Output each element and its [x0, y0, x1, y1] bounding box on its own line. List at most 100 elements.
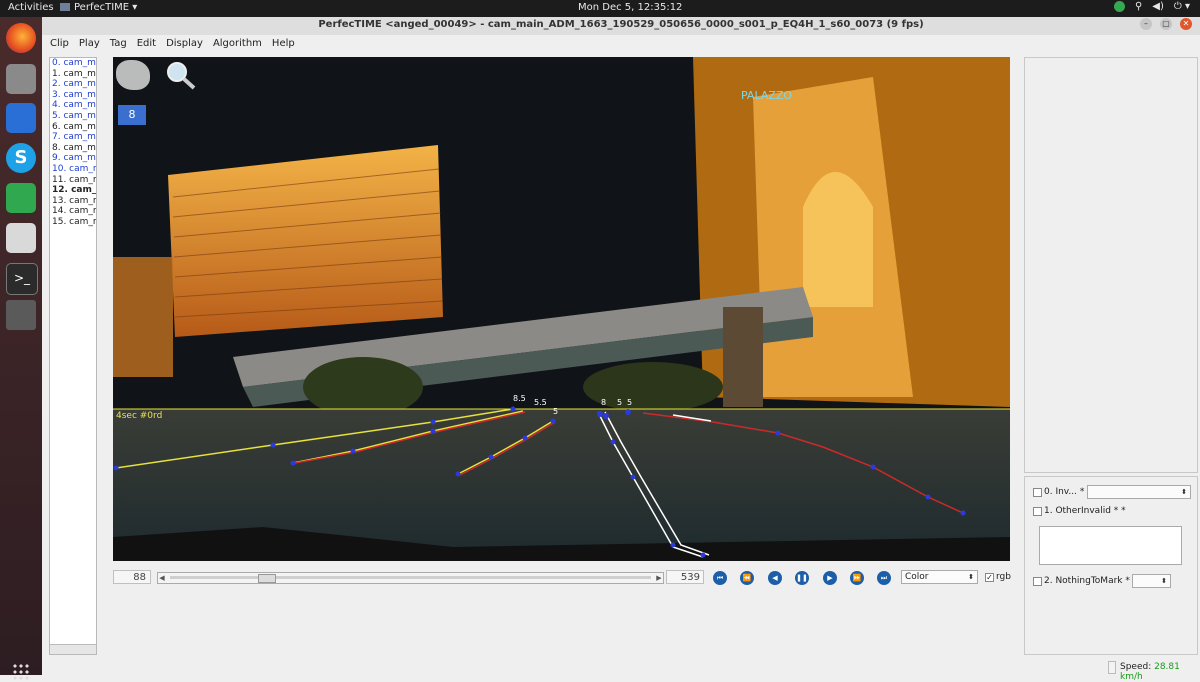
menu-bar: Clip Play Tag Edit Display Algorithm Hel…: [42, 35, 1200, 51]
maximize-button[interactable]: ▢: [1160, 18, 1172, 30]
clip-list-item[interactable]: 6. cam_ma: [50, 122, 96, 133]
clip-list-item[interactable]: 5. cam_ma: [50, 111, 96, 122]
rgb-label: rgb: [996, 572, 1011, 582]
volume-icon[interactable]: ◀): [1152, 1, 1164, 12]
select-caret-icon: ⬍: [1161, 577, 1167, 585]
frame-step-field[interactable]: 88: [113, 570, 151, 584]
tag2-checkbox[interactable]: [1033, 577, 1042, 586]
display-mode-select[interactable]: Color ⬍: [901, 570, 978, 584]
video-scene: PALAZZO: [113, 57, 1010, 561]
lane-label: 5: [627, 398, 633, 407]
window-titlebar[interactable]: PerfecTIME <anged_00049> - cam_main_ADM_…: [42, 17, 1200, 36]
clip-list-item[interactable]: 9. cam_ma: [50, 153, 96, 164]
tag1-checkbox[interactable]: [1033, 507, 1042, 516]
slider-thumb[interactable]: [258, 574, 277, 583]
step-back-button[interactable]: ◀: [768, 571, 782, 585]
select-caret-icon: ⬍: [968, 573, 974, 581]
menu-play[interactable]: Play: [79, 38, 100, 49]
pause-button[interactable]: ❚❚: [795, 571, 809, 585]
files-icon[interactable]: [6, 64, 36, 94]
clip-list-scrollbar[interactable]: [50, 644, 96, 654]
fast-forward-button[interactable]: ⏩: [850, 571, 864, 585]
clip-list-item[interactable]: 15. cam_m: [50, 217, 96, 228]
activities-button[interactable]: Activities: [8, 2, 54, 13]
writer-icon[interactable]: [6, 103, 36, 133]
grid-tool-icon[interactable]: 8: [118, 105, 146, 125]
frame-count-field[interactable]: 539: [666, 570, 704, 584]
menu-clip[interactable]: Clip: [50, 38, 69, 49]
clip-list-item[interactable]: 7. cam_ma: [50, 132, 96, 143]
firefox-icon[interactable]: [6, 23, 36, 53]
app-icon: [60, 3, 70, 11]
clip-list-item[interactable]: 1. cam_ma: [50, 69, 96, 80]
select-caret-icon: ⬍: [1181, 488, 1187, 496]
lane-label: 5.5: [534, 398, 547, 407]
lane-label: 8.5: [513, 394, 526, 403]
system-tray[interactable]: ⚲ ◀) ⏻ ▾: [1113, 1, 1190, 12]
minimize-button[interactable]: –: [1140, 18, 1152, 30]
lane-label: 8: [601, 398, 607, 407]
lane-label: 5: [617, 398, 623, 407]
menu-help[interactable]: Help: [272, 38, 295, 49]
tag-panel: [1024, 476, 1198, 655]
tag0-select[interactable]: ⬍: [1087, 485, 1191, 499]
timeline-slider[interactable]: ◀ ▶: [157, 572, 664, 584]
network-icon[interactable]: ⚲: [1135, 1, 1142, 12]
step-forward-button[interactable]: ▶: [823, 571, 837, 585]
system-top-bar: Activities PerfecTIME ▾ Mon Dec 5, 12:35…: [0, 0, 1200, 17]
slider-track: [170, 576, 651, 579]
clip-list-item[interactable]: 11. cam_m: [50, 175, 96, 186]
rgb-checkbox[interactable]: ✓: [985, 573, 994, 582]
menu-display[interactable]: Display: [166, 38, 203, 49]
update-icon[interactable]: [1113, 1, 1125, 12]
lane-label: 5: [553, 407, 559, 416]
tag2-label: 2. NothingToMark *: [1044, 576, 1130, 586]
status-separator: [1108, 661, 1116, 674]
clip-list-item[interactable]: 2. cam_ma: [50, 79, 96, 90]
calc-icon[interactable]: [6, 183, 36, 213]
tag0-checkbox[interactable]: [1033, 488, 1042, 497]
clip-list-item[interactable]: 3. cam_ma: [50, 90, 96, 101]
tag2-select[interactable]: ⬍: [1132, 574, 1171, 588]
power-icon[interactable]: ⏻ ▾: [1174, 1, 1190, 12]
slider-right-arrow[interactable]: ▶: [655, 573, 663, 583]
hotel-building: [168, 145, 443, 337]
clip-list-item[interactable]: 14. cam_m: [50, 206, 96, 217]
perfectime-dock-icon[interactable]: [6, 300, 36, 330]
clip-list-item[interactable]: 0. cam_ma: [50, 58, 96, 69]
clip-list-item[interactable]: 8. cam_ma: [50, 143, 96, 154]
zoom-tool-icon[interactable]: [164, 60, 198, 90]
palette-tool-icon[interactable]: [116, 60, 150, 90]
close-button[interactable]: ✕: [1180, 18, 1192, 30]
fast-rewind-button[interactable]: ⏪: [740, 571, 754, 585]
dock: S >_: [0, 17, 42, 681]
clip-list[interactable]: 0. cam_ma 1. cam_ma 2. cam_ma 3. cam_ma 4. c…: [49, 57, 97, 655]
app-menu[interactable]: PerfecTIME ▾: [60, 2, 137, 13]
terminal-icon[interactable]: >_: [6, 263, 38, 295]
tag0-label: 0. Inv... *: [1044, 487, 1085, 497]
video-frame[interactable]: PALAZZO 8 4sec #0rd 8.5 5.5 5 8 5 5: [113, 57, 1010, 561]
info-panel: [1024, 57, 1198, 473]
display-mode-value: Color: [905, 572, 929, 582]
calculator-icon[interactable]: [6, 223, 36, 253]
clip-list-item[interactable]: 12. cam_m: [50, 185, 96, 196]
speed-label: Speed:: [1120, 662, 1155, 672]
tag1-text-area[interactable]: [1039, 526, 1182, 565]
clock[interactable]: Mon Dec 5, 12:35:12: [578, 2, 682, 13]
menu-algorithm[interactable]: Algorithm: [213, 38, 262, 49]
window-title: PerfecTIME <anged_00049> - cam_main_ADM_…: [318, 19, 924, 30]
palazzo-sign: PALAZZO: [741, 89, 792, 102]
clip-list-item[interactable]: 10. cam_m: [50, 164, 96, 175]
menu-edit[interactable]: Edit: [137, 38, 156, 49]
skype-icon[interactable]: S: [6, 143, 36, 173]
menu-tag[interactable]: Tag: [110, 38, 127, 49]
clip-list-item[interactable]: 4. cam_ma: [50, 100, 96, 111]
go-to-end-button[interactable]: ⏭: [877, 571, 891, 585]
go-to-start-button[interactable]: ⏮: [713, 571, 727, 585]
slider-left-arrow[interactable]: ◀: [158, 573, 166, 583]
show-apps-icon[interactable]: [12, 663, 30, 681]
app-menu-label: PerfecTIME: [74, 2, 130, 13]
tag1-label: 1. OtherInvalid * *: [1044, 506, 1126, 516]
clip-list-item[interactable]: 13. cam_m: [50, 196, 96, 207]
status-bar: Speed: 28.81 km/h: [1108, 660, 1200, 682]
